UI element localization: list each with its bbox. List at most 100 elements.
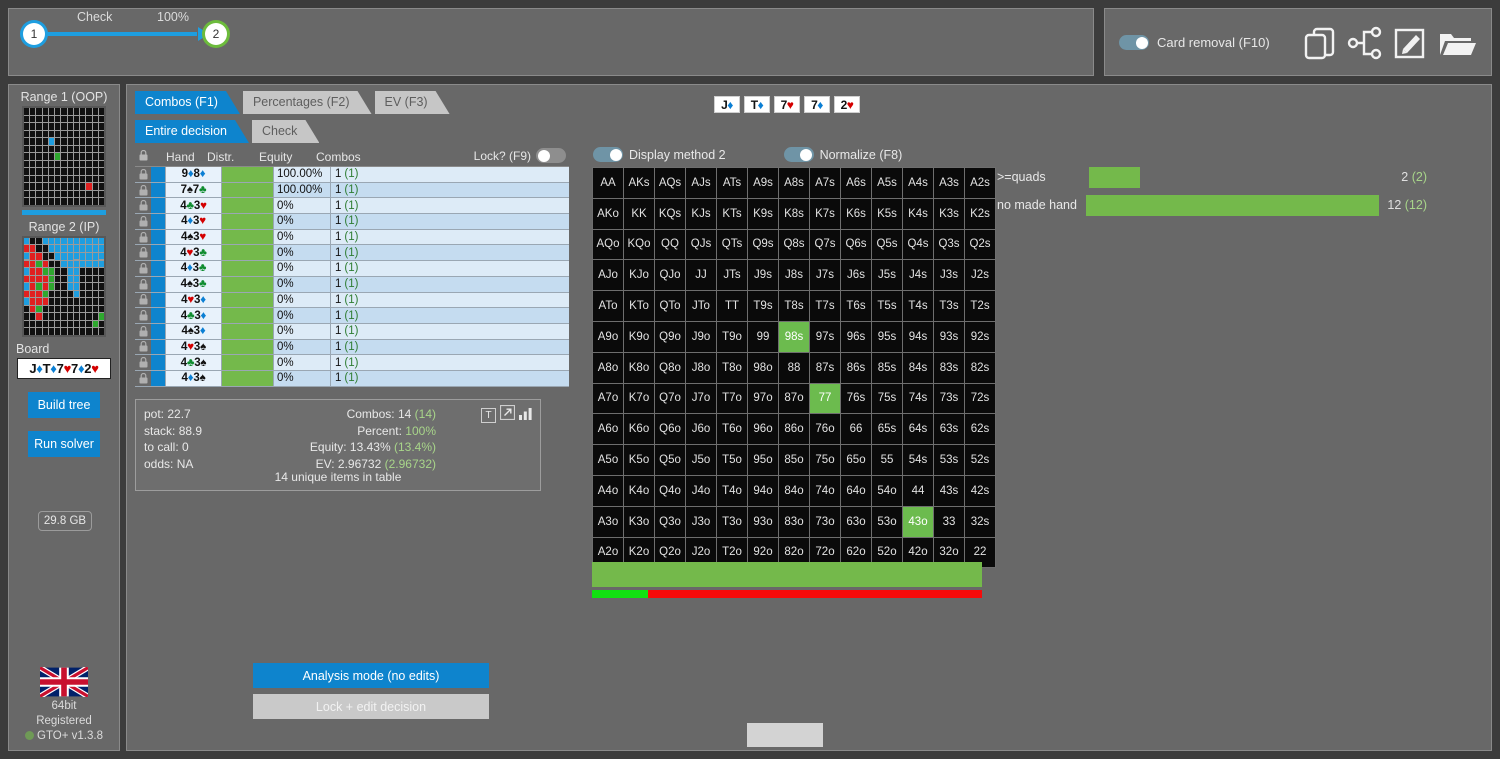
- matrix-cell-K3o[interactable]: K3o: [624, 506, 654, 537]
- matrix-cell-99[interactable]: 99: [748, 321, 778, 352]
- column-header-distr[interactable]: Distr.: [207, 150, 259, 164]
- row-lock-icon[interactable]: [135, 308, 151, 323]
- matrix-cell-44[interactable]: 44: [903, 475, 933, 506]
- matrix-cell-87s[interactable]: 87s: [810, 352, 840, 383]
- table-row[interactable]: 4 ♥ 3 ♠ 0% 1 (1): [135, 339, 569, 356]
- matrix-cell-A6s[interactable]: A6s: [841, 168, 871, 198]
- matrix-cell-63o[interactable]: 63o: [841, 506, 871, 537]
- matrix-cell-K3s[interactable]: K3s: [934, 198, 964, 229]
- matrix-cell-76s[interactable]: 76s: [841, 383, 871, 414]
- matrix-cell-K5o[interactable]: K5o: [624, 445, 654, 475]
- matrix-cell-A9o[interactable]: A9o: [593, 321, 623, 352]
- matrix-cell-T4s[interactable]: T4s: [903, 291, 933, 321]
- matrix-cell-Q3o[interactable]: Q3o: [655, 506, 685, 537]
- matrix-cell-KQo[interactable]: KQo: [624, 229, 654, 260]
- matrix-cell-95s[interactable]: 95s: [872, 321, 902, 352]
- matrix-cell-85s[interactable]: 85s: [872, 352, 902, 383]
- matrix-cell-96s[interactable]: 96s: [841, 321, 871, 352]
- matrix-cell-98o[interactable]: 98o: [748, 352, 778, 383]
- matrix-cell-K9o[interactable]: K9o: [624, 321, 654, 352]
- matrix-cell-K6o[interactable]: K6o: [624, 414, 654, 445]
- matrix-cell-53o[interactable]: 53o: [872, 506, 902, 537]
- text-view-icon[interactable]: T: [481, 408, 496, 423]
- matrix-cell-QQ[interactable]: QQ: [655, 229, 685, 260]
- matrix-cell-Q6s[interactable]: Q6s: [841, 229, 871, 260]
- matrix-cell-76o[interactable]: 76o: [810, 414, 840, 445]
- matrix-cell-T2s[interactable]: T2s: [965, 291, 995, 321]
- matrix-cell-77[interactable]: 77: [810, 383, 840, 414]
- row-lock-icon[interactable]: [135, 245, 151, 261]
- matrix-cell-T4o[interactable]: T4o: [717, 475, 747, 506]
- matrix-cell-98s[interactable]: 98s: [779, 321, 809, 352]
- matrix-cell-A7o[interactable]: A7o: [593, 383, 623, 414]
- matrix-cell-J8s[interactable]: J8s: [779, 260, 809, 291]
- matrix-cell-J9o[interactable]: J9o: [686, 321, 716, 352]
- matrix-cell-KTo[interactable]: KTo: [624, 291, 654, 321]
- matrix-cell-J4o[interactable]: J4o: [686, 475, 716, 506]
- matrix-cell-A8s[interactable]: A8s: [779, 168, 809, 198]
- row-lock-icon[interactable]: [135, 229, 151, 245]
- matrix-cell-Q7o[interactable]: Q7o: [655, 383, 685, 414]
- matrix-cell-86s[interactable]: 86s: [841, 352, 871, 383]
- matrix-cell-Q8s[interactable]: Q8s: [779, 229, 809, 260]
- table-row[interactable]: 9 ♦ 8 ♦ 100.00% 1 (1): [135, 167, 569, 183]
- matrix-cell-53s[interactable]: 53s: [934, 445, 964, 475]
- matrix-cell-QJo[interactable]: QJo: [655, 260, 685, 291]
- matrix-cell-A4s[interactable]: A4s: [903, 168, 933, 198]
- matrix-cell-Q7s[interactable]: Q7s: [810, 229, 840, 260]
- row-lock-icon[interactable]: [135, 292, 151, 308]
- matrix-cell-43s[interactable]: 43s: [934, 475, 964, 506]
- matrix-cell-72s[interactable]: 72s: [965, 383, 995, 414]
- matrix-cell-75s[interactable]: 75s: [872, 383, 902, 414]
- matrix-cell-KTs[interactable]: KTs: [717, 198, 747, 229]
- table-row[interactable]: 4 ♦ 3 ♥ 0% 1 (1): [135, 214, 569, 230]
- matrix-cell-AJo[interactable]: AJo: [593, 260, 623, 291]
- matrix-cell-A2s[interactable]: A2s: [965, 168, 995, 198]
- matrix-cell-T9s[interactable]: T9s: [748, 291, 778, 321]
- matrix-cell-J3s[interactable]: J3s: [934, 260, 964, 291]
- matrix-cell-K4s[interactable]: K4s: [903, 198, 933, 229]
- unlabeled-button[interactable]: [747, 723, 823, 747]
- board-card[interactable]: 7 ♦: [804, 96, 830, 113]
- matrix-cell-J5s[interactable]: J5s: [872, 260, 902, 291]
- matrix-cell-Q6o[interactable]: Q6o: [655, 414, 685, 445]
- matrix-cell-86o[interactable]: 86o: [779, 414, 809, 445]
- matrix-cell-JJ[interactable]: JJ: [686, 260, 716, 291]
- matrix-cell-66[interactable]: 66: [841, 414, 871, 445]
- matrix-cell-93s[interactable]: 93s: [934, 321, 964, 352]
- matrix-cell-84o[interactable]: 84o: [779, 475, 809, 506]
- board-card[interactable]: 2 ♥: [834, 96, 860, 113]
- matrix-cell-ATs[interactable]: ATs: [717, 168, 747, 198]
- matrix-cell-J9s[interactable]: J9s: [748, 260, 778, 291]
- matrix-cell-J5o[interactable]: J5o: [686, 445, 716, 475]
- matrix-cell-85o[interactable]: 85o: [779, 445, 809, 475]
- table-row[interactable]: 4 ♠ 3 ♦ 0% 1 (1): [135, 323, 569, 340]
- tree-node-2[interactable]: 2: [205, 23, 227, 45]
- lock-edit-decision-button[interactable]: Lock + edit decision: [253, 694, 489, 719]
- tab-combos-f1[interactable]: Combos (F1): [135, 91, 240, 114]
- matrix-cell-42s[interactable]: 42s: [965, 475, 995, 506]
- table-row[interactable]: 4 ♠ 3 ♣ 0% 1 (1): [135, 276, 569, 293]
- lock-toggle-control[interactable]: Lock? (F9): [474, 148, 566, 163]
- matrix-cell-K8o[interactable]: K8o: [624, 352, 654, 383]
- matrix-cell-64s[interactable]: 64s: [903, 414, 933, 445]
- table-row[interactable]: 4 ♦ 3 ♠ 0% 1 (1): [135, 370, 569, 387]
- matrix-cell-QTs[interactable]: QTs: [717, 229, 747, 260]
- column-header-hand[interactable]: Hand: [151, 150, 207, 164]
- tree-node-1[interactable]: 1: [23, 23, 45, 45]
- build-tree-button[interactable]: Build tree: [28, 391, 100, 418]
- matrix-cell-74o[interactable]: 74o: [810, 475, 840, 506]
- matrix-cell-T8o[interactable]: T8o: [717, 352, 747, 383]
- matrix-cell-AKo[interactable]: AKo: [593, 198, 623, 229]
- row-lock-icon[interactable]: [135, 167, 151, 182]
- tab-ev-f3[interactable]: EV (F3): [375, 91, 450, 114]
- matrix-cell-K4o[interactable]: K4o: [624, 475, 654, 506]
- row-lock-icon[interactable]: [135, 355, 151, 370]
- matrix-cell-33[interactable]: 33: [934, 506, 964, 537]
- matrix-cell-63s[interactable]: 63s: [934, 414, 964, 445]
- matrix-cell-ATo[interactable]: ATo: [593, 291, 623, 321]
- matrix-cell-K6s[interactable]: K6s: [841, 198, 871, 229]
- matrix-cell-75o[interactable]: 75o: [810, 445, 840, 475]
- table-row[interactable]: 4 ♥ 3 ♦ 0% 1 (1): [135, 292, 569, 309]
- matrix-cell-65o[interactable]: 65o: [841, 445, 871, 475]
